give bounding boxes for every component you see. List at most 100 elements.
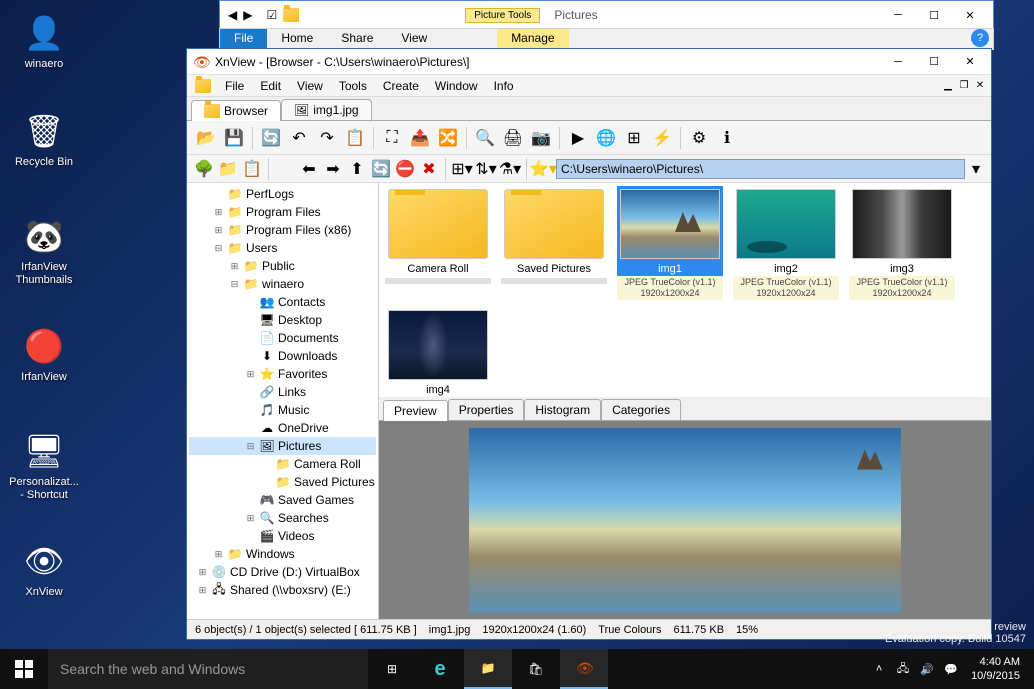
forward-icon[interactable]: ➡ bbox=[322, 158, 344, 180]
filter-icon[interactable]: ⚗▾ bbox=[499, 158, 521, 180]
back-icon[interactable]: ⬅ bbox=[298, 158, 320, 180]
thumbnail-saved-pictures[interactable]: Saved Pictures bbox=[501, 189, 607, 300]
minimize-button[interactable]: ─ bbox=[883, 51, 913, 73]
tree-item-music[interactable]: 🎵Music bbox=[189, 401, 376, 419]
edge-icon[interactable]: e bbox=[416, 649, 464, 689]
tree-item-favorites[interactable]: ⊞⭐Favorites bbox=[189, 365, 376, 383]
explorer-checkbox-icon[interactable]: ☑ bbox=[266, 8, 277, 22]
clock[interactable]: 4:40 AM 10/9/2015 bbox=[965, 655, 1026, 684]
export-icon[interactable]: 📤 bbox=[407, 125, 433, 151]
scan-icon[interactable]: 📷 bbox=[528, 125, 554, 151]
expander-icon[interactable]: ⊞ bbox=[197, 585, 208, 596]
view-mode-icon[interactable]: ⊞▾ bbox=[451, 158, 473, 180]
tree-item-perflogs[interactable]: 📁PerfLogs bbox=[189, 185, 376, 203]
search-box[interactable]: Search the web and Windows bbox=[48, 649, 368, 689]
sort-icon[interactable]: ⇅▾ bbox=[475, 158, 497, 180]
tab-browser[interactable]: Browser bbox=[191, 100, 281, 121]
menu-create[interactable]: Create bbox=[375, 77, 427, 95]
maximize-button[interactable]: ☐ bbox=[919, 4, 949, 26]
mdi-minimize-icon[interactable]: ▁ bbox=[941, 79, 955, 93]
expander-icon[interactable]: ⊞ bbox=[213, 225, 224, 236]
thumbnail-pane[interactable]: Camera RollSaved Picturesimg1JPEG TrueCo… bbox=[379, 183, 991, 397]
tree-item-winaero[interactable]: ⊟📁winaero bbox=[189, 275, 376, 293]
batch-icon[interactable]: ⚡ bbox=[649, 125, 675, 151]
print-icon[interactable]: 🖨 bbox=[500, 125, 526, 151]
desktop-icon-xnview[interactable]: 👁XnView bbox=[6, 540, 82, 599]
menu-edit[interactable]: Edit bbox=[252, 77, 289, 95]
store-icon[interactable]: 🛍 bbox=[512, 649, 560, 689]
ribbon-file[interactable]: File bbox=[220, 29, 267, 49]
tree-item-documents[interactable]: 📄Documents bbox=[189, 329, 376, 347]
save-icon[interactable]: 💾 bbox=[221, 125, 247, 151]
tree-item-saved-games[interactable]: 🎮Saved Games bbox=[189, 491, 376, 509]
stop-icon[interactable]: ⛔ bbox=[394, 158, 416, 180]
delete-icon[interactable]: ✖ bbox=[418, 158, 440, 180]
tree-item-camera-roll[interactable]: 📁Camera Roll bbox=[189, 455, 376, 473]
expander-icon[interactable]: ⊞ bbox=[197, 567, 208, 578]
search-icon[interactable]: 🔍 bbox=[472, 125, 498, 151]
expander-icon[interactable]: ⊞ bbox=[245, 369, 256, 380]
refresh-icon[interactable]: 🔄 bbox=[258, 125, 284, 151]
close-button[interactable]: ✕ bbox=[955, 51, 985, 73]
folder-tree[interactable]: 📁PerfLogs⊞📁Program Files⊞📁Program Files … bbox=[187, 183, 379, 619]
ribbon-home[interactable]: Home bbox=[267, 29, 327, 49]
ribbon-manage[interactable]: Manage bbox=[497, 29, 568, 49]
tree-item-public[interactable]: ⊞📁Public bbox=[189, 257, 376, 275]
notifications-icon[interactable]: 💬 bbox=[941, 649, 961, 689]
tab-img1-jpg[interactable]: 🖼 img1.jpg bbox=[281, 99, 372, 120]
thumbnail-img3[interactable]: img3JPEG TrueColor (v1.1)1920x1200x24 bbox=[849, 189, 955, 300]
picture-tools-tab[interactable]: Picture Tools bbox=[465, 8, 540, 23]
thumbnail-img1[interactable]: img1JPEG TrueColor (v1.1)1920x1200x24 bbox=[617, 189, 723, 300]
tree-item-links[interactable]: 🔗Links bbox=[189, 383, 376, 401]
preview-tab-categories[interactable]: Categories bbox=[601, 399, 681, 420]
xnview-taskbar-icon[interactable] bbox=[560, 649, 608, 689]
menu-info[interactable]: Info bbox=[486, 77, 522, 95]
tree-item-cd-drive-d-virtualbox[interactable]: ⊞💿CD Drive (D:) VirtualBox bbox=[189, 563, 376, 581]
tray-expand-icon[interactable]: ˄ bbox=[869, 649, 889, 689]
address-dropdown-icon[interactable]: ▾ bbox=[967, 160, 985, 178]
info-icon[interactable]: ℹ bbox=[714, 125, 740, 151]
task-view-icon[interactable]: ⊞ bbox=[368, 649, 416, 689]
contact-sheet-icon[interactable]: ⊞ bbox=[621, 125, 647, 151]
thumbnail-img2[interactable]: img2JPEG TrueColor (v1.1)1920x1200x24 bbox=[733, 189, 839, 300]
thumbnail-img4[interactable]: img4 bbox=[385, 310, 491, 397]
minimize-button[interactable]: ─ bbox=[883, 4, 913, 26]
tree-item-users[interactable]: ⊟📁Users bbox=[189, 239, 376, 257]
preview-tab-histogram[interactable]: Histogram bbox=[524, 399, 601, 420]
tree-item-desktop[interactable]: 🖥Desktop bbox=[189, 311, 376, 329]
expander-icon[interactable]: ⊟ bbox=[213, 243, 224, 254]
maximize-button[interactable]: ☐ bbox=[919, 51, 949, 73]
desktop-icon-personalizat-shortcut[interactable]: 🖥Personalizat... - Shortcut bbox=[6, 430, 82, 502]
ribbon-share[interactable]: Share bbox=[327, 29, 387, 49]
menu-window[interactable]: Window bbox=[427, 77, 486, 95]
expander-icon[interactable]: ⊞ bbox=[229, 261, 240, 272]
expander-icon[interactable]: ⊞ bbox=[245, 513, 256, 524]
open-icon[interactable]: 📂 bbox=[193, 125, 219, 151]
fullscreen-icon[interactable]: ⛶ bbox=[379, 125, 405, 151]
tree-item-windows[interactable]: ⊞📁Windows bbox=[189, 545, 376, 563]
tree-item-videos[interactable]: 🎬Videos bbox=[189, 527, 376, 545]
explorer-fwd-icon[interactable]: ▶ bbox=[243, 8, 252, 22]
volume-icon[interactable]: 🔊 bbox=[917, 649, 937, 689]
mdi-close-icon[interactable]: ✕ bbox=[973, 79, 987, 93]
menu-tools[interactable]: Tools bbox=[331, 77, 375, 95]
reload-icon[interactable]: 🔄 bbox=[370, 158, 392, 180]
preview-tab-properties[interactable]: Properties bbox=[448, 399, 525, 420]
expander-icon[interactable]: ⊟ bbox=[245, 441, 256, 452]
file-explorer-icon[interactable]: 📁 bbox=[464, 649, 512, 689]
expander-icon[interactable]: ⊞ bbox=[213, 549, 224, 560]
folder-up-icon[interactable]: 📁 bbox=[217, 158, 239, 180]
undo-icon[interactable]: ↶ bbox=[286, 125, 312, 151]
tree-item-program-files-x86-[interactable]: ⊞📁Program Files (x86) bbox=[189, 221, 376, 239]
tree-item-contacts[interactable]: 👥Contacts bbox=[189, 293, 376, 311]
close-button[interactable]: ✕ bbox=[955, 4, 985, 26]
ribbon-view[interactable]: View bbox=[387, 29, 441, 49]
explorer-back-icon[interactable]: ◀ bbox=[228, 8, 237, 22]
tree-item-program-files[interactable]: ⊞📁Program Files bbox=[189, 203, 376, 221]
tree-item-saved-pictures[interactable]: 📁Saved Pictures bbox=[189, 473, 376, 491]
convert-icon[interactable]: 🔀 bbox=[435, 125, 461, 151]
tree-icon[interactable]: 🌳 bbox=[193, 158, 215, 180]
tree-item-shared-vboxsrv-e-[interactable]: ⊞🖧Shared (\\vboxsrv) (E:) bbox=[189, 581, 376, 599]
desktop-icon-winaero[interactable]: 👤winaero bbox=[6, 12, 82, 71]
start-button[interactable] bbox=[0, 649, 48, 689]
